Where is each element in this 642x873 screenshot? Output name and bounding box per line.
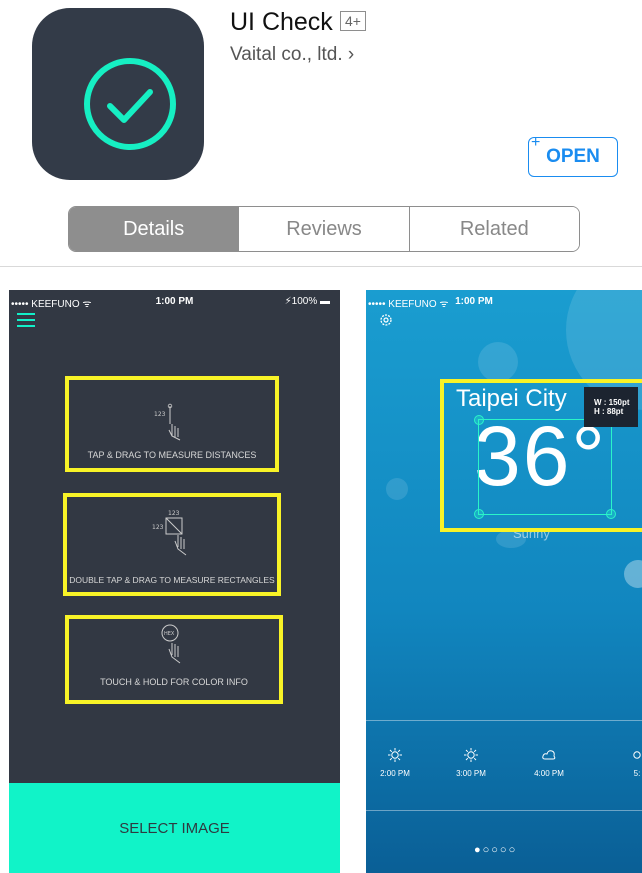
forecast-divider-bottom [366,810,642,811]
svg-text:HEX: HEX [164,631,175,637]
tip-label-distances: TAP & DRAG TO MEASURE DISTANCES [87,450,257,460]
section-divider [0,266,642,267]
developer-link[interactable]: Vaital co., ltd. › [230,44,354,66]
gear-icon [380,314,392,326]
app-icon [32,8,204,180]
hand-drag-icon: 123 [154,403,181,441]
bg-bubble [624,560,642,588]
segmented-tabs: Details Reviews Related [68,206,580,252]
svg-text:123: 123 [152,524,164,531]
hand-rectangle-icon: 123 123 [152,510,187,556]
tab-reviews[interactable]: Reviews [238,207,409,251]
tip-label-rectangles: DOUBLE TAP & DRAG TO MEASURE RECTANGLES [69,575,275,585]
hand-hex-icon: HEX [161,624,181,664]
status-time: 1:00 PM [455,296,493,307]
hourly-item: 5: [612,747,642,778]
cloud-icon [542,750,556,760]
age-rating-badge: 4+ [340,11,366,31]
hourly-item: 4:00 PM [524,747,574,778]
tip-measure-distances: 123 TAP & DRAG TO MEASURE DISTANCES [65,376,279,472]
status-bar: ••••• KEEFUNO ᯤ 1:00 PM [366,296,642,310]
screenshot-weather-measure[interactable]: ••••• KEEFUNO ᯤ 1:00 PM Taipei City 36° … [366,290,642,873]
battery-label: ⚡100% ▬ [284,296,330,307]
open-button[interactable]: + OPEN [528,134,618,177]
tip-color-info: HEX TOUCH & HOLD FOR COLOR INFO [65,615,283,704]
sun-icon [464,748,478,762]
bg-bubble [386,478,408,500]
hour-label: 2:00 PM [380,769,410,778]
hour-label: 5: [633,769,641,778]
svg-text:123: 123 [154,411,166,418]
tab-related[interactable]: Related [408,207,579,251]
sun-icon [388,748,402,762]
hamburger-menu-icon [17,313,35,327]
svg-text:123: 123 [168,510,180,517]
tip-measure-rectangles: 123 123 DOUBLE TAP & DRAG TO MEASURE REC… [63,493,281,596]
checkmark-icon [84,58,176,150]
forecast-divider-top [366,720,642,721]
select-image-button[interactable]: SELECT IMAGE [9,783,340,873]
app-title: UI Check [230,8,333,36]
screenshot-instructions[interactable]: ••••• KEEFUNO ᯤ 1:00 PM ⚡100% ▬ 123 TAP … [9,290,340,873]
open-label: OPEN [546,146,600,167]
hourly-item: 3:00 PM [446,747,496,778]
hour-label: 4:00 PM [534,769,564,778]
highlight-box [440,379,642,532]
hourly-item: 2:00 PM [370,747,420,778]
tab-details[interactable]: Details [69,207,239,251]
hour-label: 3:00 PM [456,769,486,778]
open-plus: + [531,134,541,151]
bg-bubble [478,342,518,382]
status-bar: ••••• KEEFUNO ᯤ 1:00 PM ⚡100% ▬ [9,296,340,310]
sun-icon [633,751,641,759]
page-indicator: ●○○○○ [474,844,518,856]
tip-label-color: TOUCH & HOLD FOR COLOR INFO [100,677,248,687]
